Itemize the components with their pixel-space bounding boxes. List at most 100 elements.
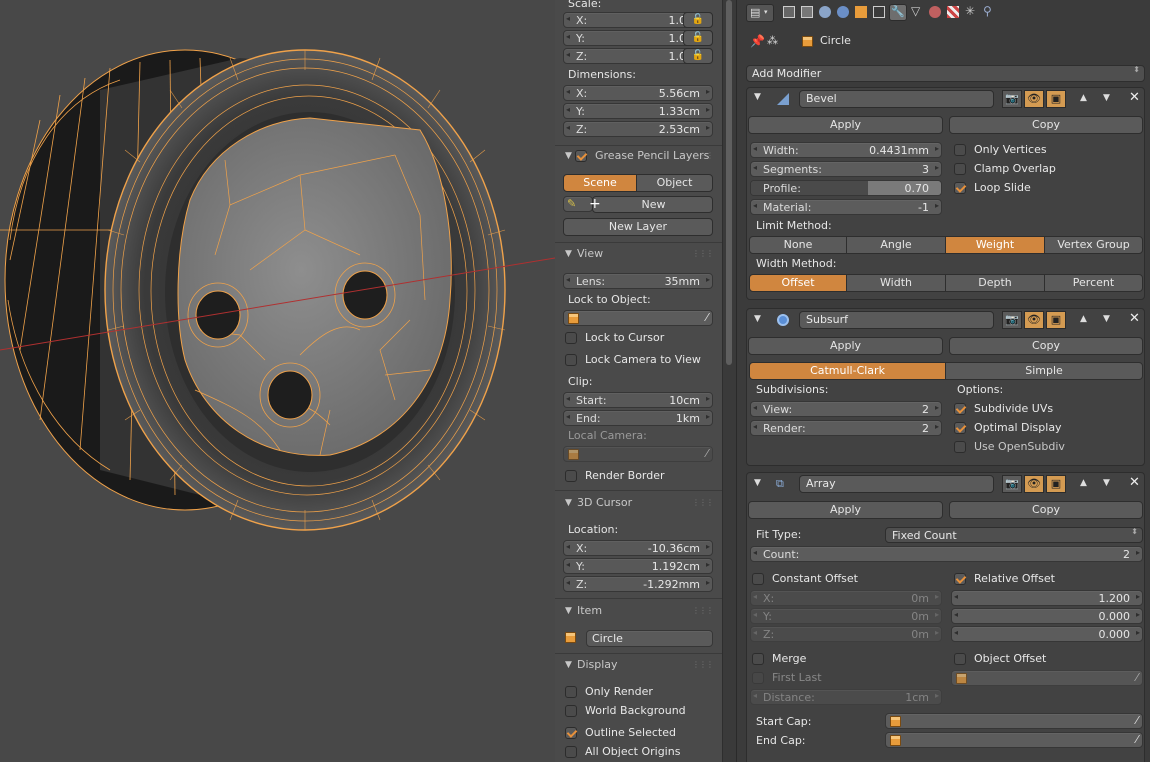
remove-modifier-icon[interactable]: ✕ xyxy=(1129,475,1140,490)
grease-object-button[interactable]: Object xyxy=(636,174,713,192)
viewport-visibility-icon[interactable]: 👁 xyxy=(1024,311,1044,329)
bevel-apply-button[interactable]: Apply xyxy=(748,116,943,134)
array-copy-button[interactable]: Copy xyxy=(949,501,1143,519)
eyedropper-icon[interactable]: ⁄ xyxy=(706,311,708,324)
start-cap-field[interactable]: ⁄ xyxy=(885,713,1143,729)
move-down-icon[interactable]: ▼ xyxy=(1103,93,1110,103)
move-down-icon[interactable]: ▼ xyxy=(1103,478,1110,488)
array-name-field[interactable]: Array xyxy=(799,475,994,493)
data-tab-icon[interactable]: ▽ xyxy=(911,4,920,18)
bevel-width-field[interactable]: ◂ Width: 0.4431mm ▸ xyxy=(750,142,942,158)
object-tab-icon[interactable] xyxy=(855,6,867,18)
constant-offset-z-field[interactable]: ◂ Z: 0m ▸ xyxy=(750,626,942,642)
drag-grip-icon[interactable]: ⋮⋮⋮ xyxy=(692,151,714,160)
collapse-triangle-icon[interactable]: ▼ xyxy=(754,314,761,324)
clip-end-field[interactable]: ◂ End: 1km ▸ xyxy=(563,410,713,426)
viewport-visibility-icon[interactable]: 👁 xyxy=(1024,90,1044,108)
move-down-icon[interactable]: ▼ xyxy=(1103,314,1110,324)
eyedropper-icon[interactable]: ⁄ xyxy=(1136,733,1138,746)
display-panel-header[interactable]: ▼ Display ⋮⋮⋮ xyxy=(559,657,719,677)
move-up-icon[interactable]: ▲ xyxy=(1080,478,1087,488)
add-modifier-dropdown[interactable]: Add Modifier ⬍ xyxy=(746,65,1145,82)
shelf-scrollbar[interactable] xyxy=(722,0,736,762)
view-panel-header[interactable]: ▼ View ⋮⋮⋮ xyxy=(559,246,719,266)
grease-pencil-panel-header[interactable]: ▼ Grease Pencil Layers ⋮⋮⋮ xyxy=(559,148,719,168)
edit-mode-icon[interactable]: ▣ xyxy=(1046,90,1066,108)
simple-button[interactable]: Simple xyxy=(945,362,1143,380)
render-toggle-icon[interactable]: 📷 xyxy=(1002,311,1022,329)
item-name-field[interactable]: Circle xyxy=(586,630,713,647)
drag-grip-icon[interactable]: ⋮⋮⋮ xyxy=(692,498,714,507)
item-panel-header[interactable]: ▼ Item ⋮⋮⋮ xyxy=(559,603,719,623)
bevel-profile-slider[interactable]: Profile: 0.70 xyxy=(750,180,942,196)
material-tab-icon[interactable] xyxy=(929,6,941,18)
pin-icon[interactable]: 📌 xyxy=(750,34,765,48)
scene-tab-icon[interactable] xyxy=(819,6,831,18)
lock-scale-z-icon[interactable]: 🔓 xyxy=(683,48,713,64)
new-layer-button[interactable]: New Layer xyxy=(563,218,713,236)
texture-tab-icon[interactable] xyxy=(947,6,959,18)
limit-weight-button[interactable]: Weight xyxy=(945,236,1045,254)
offset-object-field[interactable]: ⁄ xyxy=(951,670,1143,686)
render-layers-tab-icon[interactable] xyxy=(801,6,813,18)
lens-field[interactable]: ◂ Lens: 35mm ▸ xyxy=(563,273,713,289)
array-count-field[interactable]: ◂ Count: 2 ▸ xyxy=(750,546,1143,562)
collapse-triangle-icon[interactable]: ▼ xyxy=(754,478,761,488)
relative-offset-z-field[interactable]: ◂ 0.000 ▸ xyxy=(951,626,1143,642)
remove-modifier-icon[interactable]: ✕ xyxy=(1129,90,1140,105)
eyedropper-icon[interactable]: ⁄ xyxy=(1136,671,1138,684)
width-width-button[interactable]: Width xyxy=(846,274,946,292)
edit-mode-icon[interactable]: ▣ xyxy=(1046,311,1066,329)
world-tab-icon[interactable] xyxy=(837,6,849,18)
subsurf-copy-button[interactable]: Copy xyxy=(949,337,1143,355)
bevel-material-field[interactable]: ◂ Material: -1 ▸ xyxy=(750,199,942,215)
lock-scale-x-icon[interactable]: 🔓 xyxy=(683,12,713,28)
render-toggle-icon[interactable]: 📷 xyxy=(1002,90,1022,108)
drag-grip-icon[interactable]: ⋮⋮⋮ xyxy=(692,660,714,669)
eyedropper-icon[interactable]: ⁄ xyxy=(706,447,708,460)
collapse-triangle-icon[interactable]: ▼ xyxy=(754,92,761,102)
width-percent-button[interactable]: Percent xyxy=(1044,274,1143,292)
physics-tab-icon[interactable]: ⚲ xyxy=(983,4,992,18)
viewport-visibility-icon[interactable]: 👁 xyxy=(1024,475,1044,493)
particles-tab-icon[interactable]: ✳ xyxy=(965,4,975,18)
limit-angle-button[interactable]: Angle xyxy=(846,236,946,254)
drag-grip-icon[interactable]: ⋮⋮⋮ xyxy=(692,606,714,615)
constraints-tab-icon[interactable] xyxy=(873,6,885,18)
bevel-copy-button[interactable]: Copy xyxy=(949,116,1143,134)
subsurf-name-field[interactable]: Subsurf xyxy=(799,311,994,329)
bevel-name-field[interactable]: Bevel xyxy=(799,90,994,108)
relative-offset-y-field[interactable]: ◂ 0.000 ▸ xyxy=(951,608,1143,624)
eyedropper-icon[interactable]: ⁄ xyxy=(1136,714,1138,727)
cursor-y-field[interactable]: ◂ Y: 1.192cm ▸ xyxy=(563,558,713,574)
dimension-y-field[interactable]: ◂ Y: 1.33cm ▸ xyxy=(563,103,713,119)
modifiers-tab-icon[interactable]: 🔧 xyxy=(889,4,907,21)
move-up-icon[interactable]: ▲ xyxy=(1080,93,1087,103)
remove-modifier-icon[interactable]: ✕ xyxy=(1129,311,1140,326)
3d-viewport[interactable] xyxy=(0,0,555,762)
lock-scale-y-icon[interactable]: 🔓 xyxy=(683,30,713,46)
drag-grip-icon[interactable]: ⋮⋮⋮ xyxy=(692,249,714,258)
end-cap-field[interactable]: ⁄ xyxy=(885,732,1143,748)
editor-type-menu[interactable]: ▤ ▾ xyxy=(746,4,774,22)
bevel-segments-field[interactable]: ◂ Segments: 3 ▸ xyxy=(750,161,942,177)
move-up-icon[interactable]: ▲ xyxy=(1080,314,1087,324)
cursor-z-field[interactable]: ◂ Z: -1.292mm ▸ xyxy=(563,576,713,592)
merge-distance-field[interactable]: ◂ Distance: 1cm ▸ xyxy=(750,689,942,705)
relative-offset-x-field[interactable]: ◂ 1.200 ▸ xyxy=(951,590,1143,606)
width-offset-button[interactable]: Offset xyxy=(749,274,847,292)
dimension-z-field[interactable]: ◂ Z: 2.53cm ▸ xyxy=(563,121,713,137)
width-depth-button[interactable]: Depth xyxy=(945,274,1045,292)
subsurf-apply-button[interactable]: Apply xyxy=(748,337,943,355)
cursor-x-field[interactable]: ◂ X: -10.36cm ▸ xyxy=(563,540,713,556)
grease-scene-button[interactable]: Scene xyxy=(563,174,637,192)
clip-start-field[interactable]: ◂ Start: 10cm ▸ xyxy=(563,392,713,408)
limit-vertex-group-button[interactable]: Vertex Group xyxy=(1044,236,1143,254)
fit-type-dropdown[interactable]: Fixed Count ⬍ xyxy=(885,527,1143,543)
render-toggle-icon[interactable]: 📷 xyxy=(1002,475,1022,493)
mesh-view[interactable] xyxy=(0,0,555,762)
dimension-x-field[interactable]: ◂ X: 5.56cm ▸ xyxy=(563,85,713,101)
local-camera-field[interactable]: ⁄ xyxy=(563,446,713,462)
catmull-clark-button[interactable]: Catmull-Clark xyxy=(749,362,946,380)
grease-new-button[interactable]: + New xyxy=(589,196,713,213)
